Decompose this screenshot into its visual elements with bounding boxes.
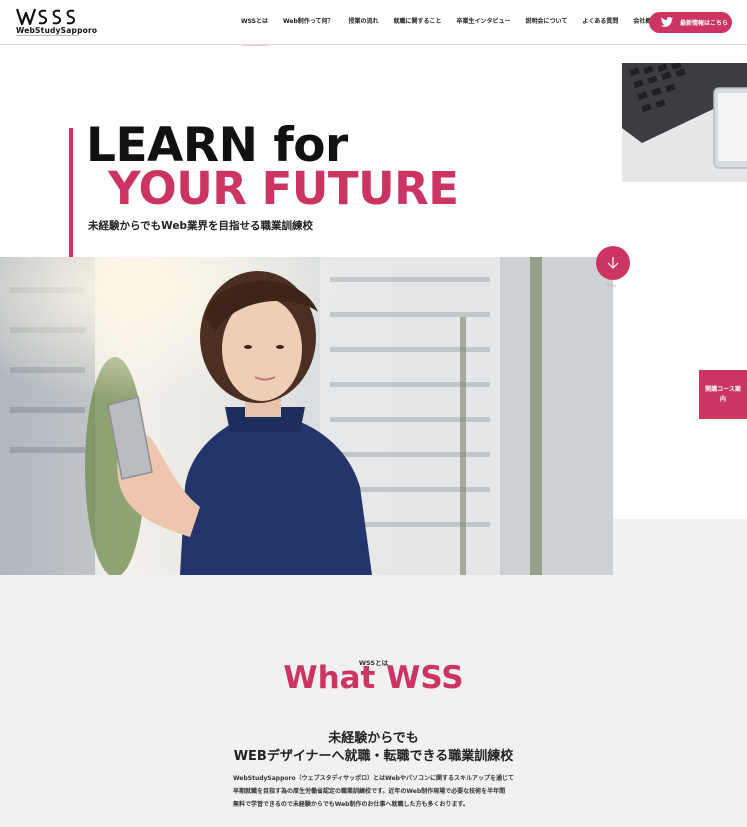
scroll-button[interactable] — [596, 246, 630, 280]
main-nav: WSSとは Web制作って何？ 授業の流れ 就職に関すること 卒業生インタビュー… — [241, 16, 672, 28]
section-body-line-3: 無料で学習できるので未経験からでもWeb制作のお仕事へ就職した方も多くおります。 — [233, 801, 469, 808]
nav-item-employment[interactable]: 就職に関すること — [394, 16, 442, 28]
arrow-down-icon — [607, 257, 619, 269]
section-body-line-2: 早期就職を目指す為の厚生労働省認定の職業訓練校です。近年のWeb制作現場で必要な… — [233, 788, 506, 795]
nav-item-web-production[interactable]: Web制作って何？ — [283, 16, 333, 28]
twitter-bird-icon — [660, 17, 674, 27]
nav-item-wss[interactable]: WSSとは — [241, 16, 268, 28]
nav-item-info-session[interactable]: 説明会について — [526, 16, 568, 28]
laptop-photo — [622, 63, 747, 182]
section-headline-1: 未経験からでも — [328, 731, 419, 746]
woman-with-phone-image — [0, 257, 613, 575]
logo-mark-icon — [16, 8, 76, 26]
twitter-button[interactable]: 最新情報はこちら — [649, 12, 732, 33]
section-body: WebStudySapporo（ウェブスタディサッポロ）とはWebやパソコンに関… — [233, 772, 523, 811]
nav-item-graduate-interview[interactable]: 卒業生インタビュー — [457, 16, 511, 28]
nav-item-faq[interactable]: よくある質問 — [582, 16, 618, 28]
section-body-line-1: WebStudySapporo（ウェブスタディサッポロ）とはWebやパソコンに関… — [233, 775, 514, 782]
logo-text: WebStudySapporo — [16, 26, 98, 35]
hero-subtitle: 未経験からでもWeb業界を目指せる職業訓練校 — [88, 220, 314, 232]
laptop-image — [622, 63, 747, 182]
logo-underline — [16, 35, 78, 36]
nav-item-class-flow[interactable]: 授業の流れ — [348, 16, 378, 28]
section-title: What WSS — [283, 660, 464, 696]
site-logo[interactable]: WebStudySapporo — [16, 7, 97, 37]
course-guide-tab[interactable]: 開講コース案内 — [699, 370, 747, 419]
site-header: WebStudySapporo WSSとは Web制作って何？ 授業の流れ 就職… — [0, 0, 747, 45]
hero-photo — [0, 257, 613, 575]
section-headline-2: WEBデザイナーへ就職・転職できる職業訓練校 — [233, 749, 514, 764]
twitter-button-label: 最新情報はこちら — [680, 20, 729, 27]
hero-title-line2: YOUR FUTURE — [108, 162, 459, 215]
